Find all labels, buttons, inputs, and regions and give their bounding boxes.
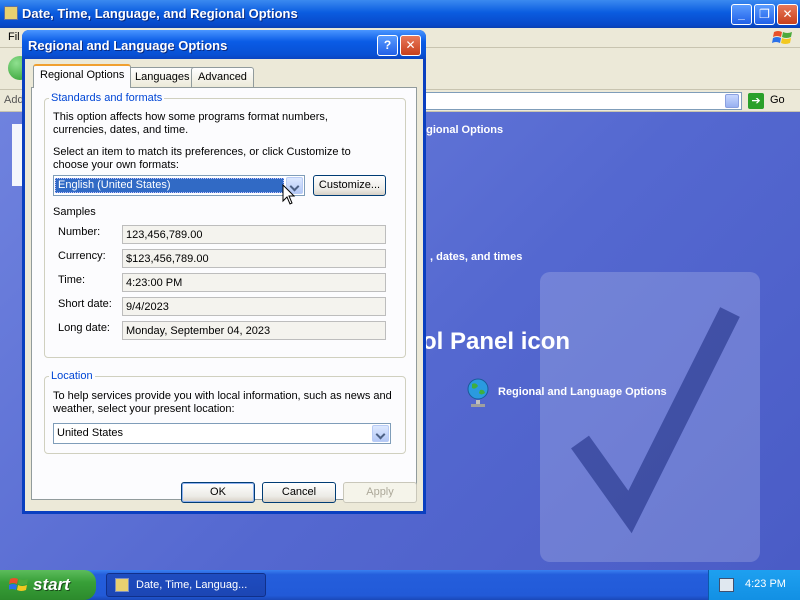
tab-advanced[interactable]: Advanced	[191, 67, 254, 87]
sample-number-label: Number:	[58, 226, 101, 238]
windows-flag-icon	[9, 578, 28, 591]
sample-long-date-label: Long date:	[58, 322, 110, 334]
sample-number-value: 123,456,789.00	[122, 225, 386, 244]
globe-icon[interactable]	[466, 378, 490, 408]
sample-long-date-value: Monday, September 04, 2023	[122, 321, 386, 340]
control-panel-heading: ol Panel icon	[422, 328, 571, 355]
help-button[interactable]: ?	[377, 35, 398, 56]
standards-description: This option affects how some programs fo…	[53, 111, 328, 136]
sample-short-date-value: 9/4/2023	[122, 297, 386, 316]
go-label: Go	[770, 94, 785, 106]
location-dropdown-arrow-icon[interactable]	[372, 425, 389, 442]
control-panel-folder-icon	[4, 6, 18, 20]
format-select-value: English (United States)	[55, 178, 284, 193]
customize-button[interactable]: Customize...	[313, 175, 386, 196]
cp-icon-label[interactable]: Regional and Language Options	[498, 386, 667, 398]
standards-legend: Standards and formats	[51, 92, 163, 104]
standards-instruction: Select an item to match its preferences,…	[53, 146, 351, 171]
dialog-close-button[interactable]: ✕	[400, 35, 421, 56]
task-link-partial-2[interactable]: , dates, and times	[430, 251, 522, 263]
location-select[interactable]: United States	[53, 423, 391, 444]
sample-time-value: 4:23:00 PM	[122, 273, 386, 292]
regional-options-dialog: Regional and Language Options ? ✕ Region…	[22, 30, 426, 514]
dialog-titlebar[interactable]: Regional and Language Options ? ✕	[22, 30, 426, 59]
background-titlebar[interactable]: Date, Time, Language, and Regional Optio…	[0, 0, 800, 28]
start-label: start	[33, 575, 70, 594]
sample-currency-value: $123,456,789.00	[122, 249, 386, 268]
sample-time-label: Time:	[58, 274, 86, 286]
close-button[interactable]: ✕	[777, 4, 798, 25]
tab-languages[interactable]: Languages	[128, 67, 197, 87]
maximize-button[interactable]: ❐	[754, 4, 775, 25]
location-legend: Location	[51, 370, 93, 382]
dialog-body: Regional Options Languages Advanced Stan…	[25, 59, 423, 511]
cancel-button[interactable]: Cancel	[262, 482, 336, 503]
minimize-button[interactable]: _	[731, 4, 752, 25]
ok-button[interactable]: OK	[181, 482, 255, 503]
control-panel-window-icon	[115, 578, 129, 592]
checkmark-watermark-icon	[540, 272, 760, 562]
location-description: To help services provide you with local …	[53, 390, 392, 415]
network-icon[interactable]	[719, 578, 734, 592]
samples-label: Samples	[53, 206, 96, 218]
start-button[interactable]: start	[0, 570, 96, 600]
clock[interactable]: 4:23 PM	[745, 578, 786, 590]
task-link-partial[interactable]: egional Options	[420, 124, 503, 136]
system-tray: 4:23 PM	[708, 570, 800, 600]
go-button[interactable]: ➔ Go	[748, 92, 796, 110]
apply-button[interactable]: Apply	[343, 482, 417, 503]
dialog-title: Regional and Language Options	[28, 38, 228, 53]
taskbar: start Date, Time, Languag... 4:23 PM	[0, 570, 800, 600]
mouse-cursor-icon	[282, 184, 296, 205]
background-window-title: Date, Time, Language, and Regional Optio…	[22, 6, 298, 21]
taskbar-window-label: Date, Time, Languag...	[136, 579, 248, 591]
windows-logo-icon	[772, 31, 792, 44]
address-dropdown-button[interactable]	[725, 94, 739, 108]
address-label: Add	[4, 94, 24, 106]
format-select[interactable]: English (United States)	[53, 175, 305, 196]
tab-panel: Standards and formats This option affect…	[31, 87, 417, 500]
go-arrow-icon: ➔	[748, 93, 764, 109]
menu-file[interactable]: Fil	[8, 31, 20, 43]
sample-currency-label: Currency:	[58, 250, 106, 262]
location-select-value: United States	[57, 427, 124, 439]
taskbar-window-button[interactable]: Date, Time, Languag...	[106, 573, 266, 597]
tab-regional-options[interactable]: Regional Options	[33, 64, 132, 88]
sample-short-date-label: Short date:	[58, 298, 112, 310]
